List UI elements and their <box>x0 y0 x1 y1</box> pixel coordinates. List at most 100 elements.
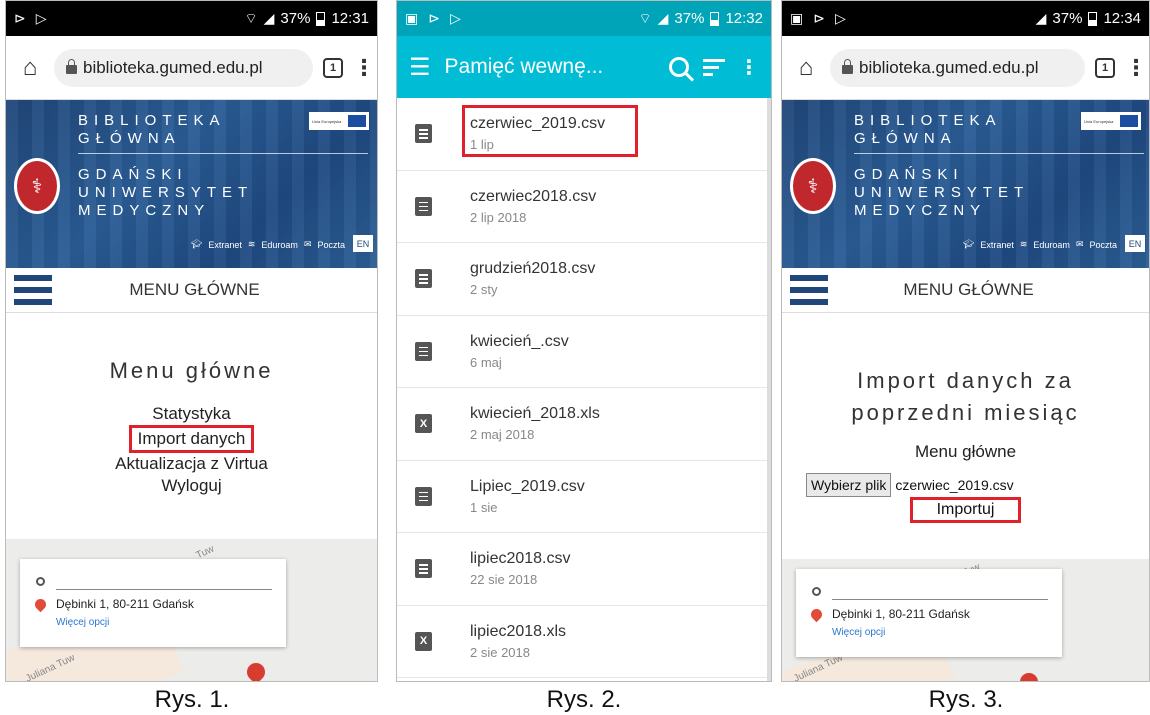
road-label: Juliana Tuw <box>24 652 77 682</box>
more-vert-icon[interactable]: ⋮ <box>739 55 759 80</box>
url-text: biblioteka.gumed.edu.pl <box>83 57 263 77</box>
main-content: Menu główne Statystyka Import danych Akt… <box>6 313 377 539</box>
poczta-link[interactable]: Poczta <box>317 240 345 250</box>
signal-icon: ◢ <box>263 10 275 26</box>
file-row[interactable]: X lipiec2018.xls 2 sie 2018 <box>397 606 771 678</box>
map-marker-icon[interactable] <box>243 659 269 681</box>
wifi-icon: ≋ <box>247 239 256 249</box>
eu-flag-icon <box>1120 115 1138 127</box>
map-embed[interactable]: Tuw Juliana Tuw Dębinki 1, 80-211 Gdańsk… <box>6 539 377 682</box>
language-switch[interactable]: EN <box>1125 235 1145 252</box>
map-marker-icon[interactable] <box>1016 669 1042 681</box>
file-name: lipiec2018.xls <box>470 622 567 640</box>
banner-divider <box>78 153 368 154</box>
map-info-card: Dębinki 1, 80-211 Gdańsk Więcej opcji <box>796 569 1062 657</box>
extranet-link[interactable]: Extranet <box>208 240 242 250</box>
status-bar: ▣ ⊳ ▷ ◢ 37% 12:34 <box>782 1 1149 36</box>
tabs-counter-button[interactable]: 1 <box>323 57 343 78</box>
document-icon <box>415 559 432 579</box>
spreadsheet-icon: X <box>415 414 432 434</box>
menu-link-main[interactable]: Menu główne <box>782 441 1149 463</box>
main-content: Import danych za poprzedni miesiąc Menu … <box>782 313 1149 561</box>
file-list: czerwiec_2019.csv 1 lip czerwiec2018.csv 2… <box>397 98 771 678</box>
screenshot-2: ▣ ⊳ ▷ ⌔ ◢ 37% 12:32 ☰ Pamięć wewnę... ⋮ cz… <box>396 0 772 682</box>
file-row[interactable]: X kwiecień_2018.xls 2 maj 2018 <box>397 388 771 461</box>
signal-icon: ◢ <box>657 10 669 26</box>
address-bar[interactable]: biblioteka.gumed.edu.pl <box>830 48 1085 87</box>
sort-icon[interactable] <box>703 58 725 76</box>
document-icon <box>415 269 432 289</box>
screenshot-3: ▣ ⊳ ▷ ◢ 37% 12:34 ⌂ biblioteka.gumed.edu.p… <box>781 0 1150 682</box>
origin-icon <box>812 587 821 596</box>
more-vert-icon[interactable]: ⋮ <box>353 56 375 79</box>
home-icon[interactable]: ⌂ <box>16 54 44 82</box>
menu-link-import-danych[interactable]: Import danych <box>128 425 255 453</box>
file-date: 2 sty <box>470 282 498 298</box>
eduroam-link[interactable]: Eduroam <box>261 240 298 250</box>
banner-line-5: MEDYCZNY <box>78 202 211 219</box>
file-name: Lipiec_2019.csv <box>470 477 585 495</box>
battery-percent: 37% <box>1052 10 1083 27</box>
screenshot-icon: ▣ <box>790 10 804 26</box>
menu-link-wyloguj[interactable]: Wyloguj <box>6 475 377 497</box>
banner-line-1: BIBLIOTEKA <box>78 112 226 129</box>
document-icon <box>415 486 432 506</box>
eu-flag-icon <box>348 115 366 127</box>
file-row[interactable]: czerwiec2018.csv 2 lip 2018 <box>397 171 771 243</box>
import-button[interactable]: Importuj <box>909 497 1022 523</box>
battery-percent: 37% <box>674 10 705 27</box>
map-embed[interactable]: Tuw Juliana Tuw Dębinki 1, 80-211 Gdańsk… <box>782 559 1149 681</box>
poczta-link[interactable]: Poczta <box>1089 240 1117 250</box>
caption-1: Rys. 1. <box>154 686 230 713</box>
file-date: 2 sie 2018 <box>470 644 530 660</box>
file-row[interactable]: lipiec2018.csv 22 sie 2018 <box>397 533 771 606</box>
selection-highlight <box>462 105 638 157</box>
hamburger-icon[interactable] <box>790 275 828 305</box>
file-date: 6 maj <box>470 354 502 370</box>
menu-link-aktualizacja[interactable]: Aktualizacja z Virtua <box>6 453 377 475</box>
address-bar[interactable]: biblioteka.gumed.edu.pl <box>54 48 313 87</box>
menu-bar-title[interactable]: MENU GŁÓWNE <box>828 280 1149 300</box>
lock-icon <box>842 59 853 74</box>
clock: 12:34 <box>1103 10 1141 27</box>
scrollbar[interactable] <box>767 98 771 681</box>
storage-title: Pamięć wewnę... <box>444 55 604 78</box>
eduroam-link[interactable]: Eduroam <box>1033 240 1070 250</box>
lock-icon <box>66 59 77 74</box>
map-address: Dębinki 1, 80-211 Gdańsk <box>832 607 970 621</box>
banner-line-2: GŁÓWNA <box>854 130 957 147</box>
banner-line-2: GŁÓWNA <box>78 130 181 147</box>
wifi-icon: ⌔ <box>638 9 652 26</box>
file-date: 2 lip 2018 <box>470 209 527 225</box>
page-title-line-1: Import danych za <box>857 368 1074 393</box>
file-row[interactable]: grudzień2018.csv 2 sty <box>397 243 771 316</box>
search-icon[interactable] <box>669 57 689 77</box>
tabs-counter-button[interactable]: 1 <box>1095 57 1115 78</box>
mail-icon: ✉ <box>303 239 312 249</box>
home-icon[interactable]: ⌂ <box>792 54 820 82</box>
file-row[interactable]: Lipiec_2019.csv 1 sie <box>397 461 771 533</box>
menu-link-statystyka[interactable]: Statystyka <box>6 403 377 425</box>
hamburger-icon[interactable] <box>14 275 52 305</box>
battery-icon <box>710 11 720 26</box>
document-icon <box>415 341 432 361</box>
more-vert-icon[interactable]: ⋮ <box>1125 56 1147 79</box>
main-menu-bar: MENU GŁÓWNE <box>6 268 377 313</box>
choose-file-button[interactable]: Wybierz plik <box>806 473 892 497</box>
more-options-link[interactable]: Więcej opcji <box>832 627 885 638</box>
file-row[interactable]: kwiecień_.csv 6 maj <box>397 316 771 388</box>
more-options-link[interactable]: Więcej opcji <box>56 617 109 628</box>
menu-icon[interactable]: ☰ <box>409 53 431 82</box>
extranet-link[interactable]: Extranet <box>980 240 1014 250</box>
language-switch[interactable]: EN <box>353 235 373 252</box>
banner-line-4: UNIWERSYTET <box>854 184 1030 201</box>
file-date: 1 sie <box>470 499 498 515</box>
file-date: 22 sie 2018 <box>470 572 538 588</box>
library-banner: BIBLIOTEKA GŁÓWNA ⚕ GDAŃSKI UNIWERSYTET … <box>6 100 377 268</box>
screenshot-1: ⊳ ▷ ⌔ ◢ 37% 12:31 ⌂ biblioteka.gumed.edu.… <box>5 0 378 682</box>
play-icon: ▷ <box>449 10 461 26</box>
file-row[interactable]: czerwiec_2019.csv 1 lip <box>397 98 771 171</box>
graduation-cap-icon: 🎓︎ <box>190 239 203 249</box>
menu-bar-title[interactable]: MENU GŁÓWNE <box>52 280 377 300</box>
file-picker-appbar: ☰ Pamięć wewnę... ⋮ <box>397 36 771 98</box>
